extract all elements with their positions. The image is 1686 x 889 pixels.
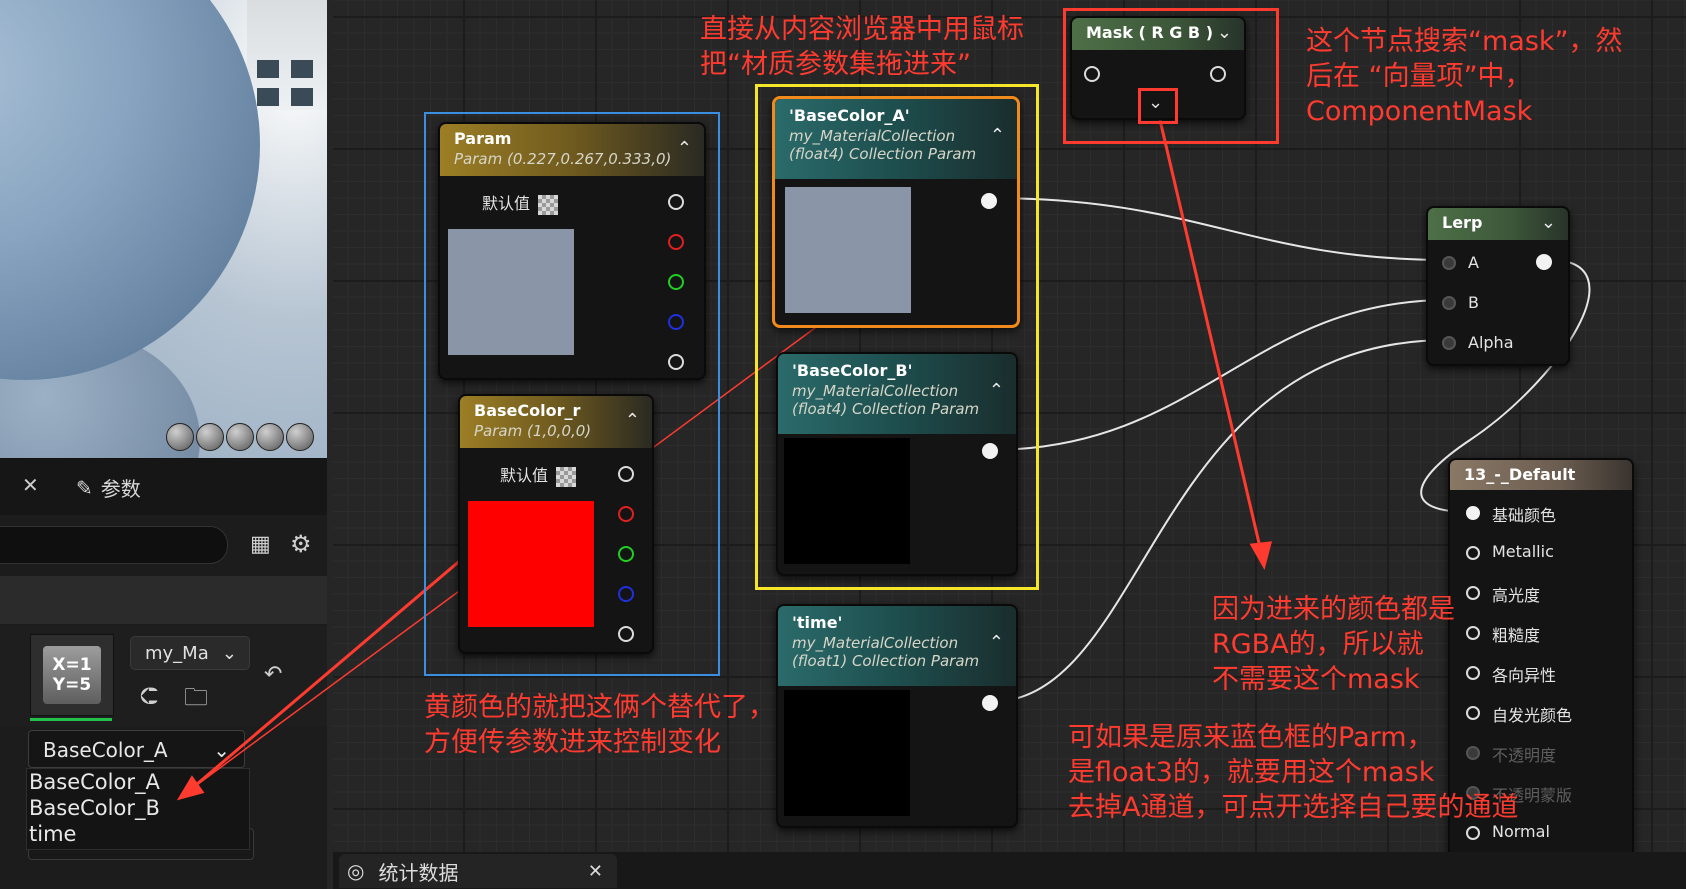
bottom-tabbar: ◎ 统计数据 ✕: [333, 852, 1686, 889]
annotation-rgba: 因为进来的颜色都是 RGBA的，所以就 不需要这个mask: [1212, 594, 1455, 695]
input-pin[interactable]: [1466, 586, 1480, 600]
node-title: Lerp: [1442, 213, 1483, 232]
node-title: 13_-_Default: [1464, 465, 1576, 484]
wire-bca-to-lerp-a: [989, 197, 1449, 261]
tab-stats[interactable]: ◎ 统计数据 ✕: [339, 854, 617, 888]
input-pin[interactable]: [1466, 706, 1480, 720]
input-pin[interactable]: [1466, 626, 1480, 640]
pin-label: 高光度: [1492, 586, 1541, 605]
input-pin[interactable]: [1466, 506, 1480, 520]
input-pin[interactable]: [1466, 546, 1480, 560]
output-pin[interactable]: [982, 695, 998, 711]
blue-highlight-frame: [424, 112, 720, 676]
pin-label: Metallic: [1492, 542, 1554, 561]
input-pin[interactable]: [1466, 666, 1480, 680]
stats-icon: ◎: [347, 859, 365, 883]
pin-label: 粗糙度: [1492, 626, 1541, 645]
annotation-drag: 直接从内容浏览器中用鼠标 把“材质参数集拖进来”: [700, 14, 1024, 80]
annotation-mask-search: 这个节点搜索“mask”，然 后在 “向量项”中， ComponentMask: [1306, 26, 1623, 127]
pin-label-alpha: Alpha: [1468, 333, 1514, 352]
node-collection-time[interactable]: 'time' my_MaterialCollection (float1) Co…: [776, 604, 1018, 828]
tab-stats-label: 统计数据: [378, 860, 459, 885]
red-highlight-small: [1138, 88, 1178, 124]
node-header: Lerp ⌄: [1428, 208, 1568, 240]
close-icon[interactable]: ✕: [588, 861, 603, 882]
collapse-icon[interactable]: ⌃: [989, 632, 1004, 653]
node-header: 13_-_Default: [1450, 460, 1632, 490]
annotation-float3: 可如果是原来蓝色框的Parm， 是float3的，就要用这个mask 去掉A通道…: [1068, 722, 1519, 823]
node-title: 'time': [792, 613, 843, 632]
node-subtitle-type: (float1) Collection Param: [792, 652, 980, 670]
annotation-yellow-replace: 黄颜色的就把这俩个替代了， 方便传参数进来控制变化: [424, 692, 775, 758]
input-pin-alpha[interactable]: [1442, 336, 1456, 350]
pin-label: 各向异性: [1492, 666, 1557, 685]
node-header: 'time' my_MaterialCollection (float1) Co…: [778, 606, 1016, 686]
input-pin-a[interactable]: [1442, 256, 1456, 270]
node-lerp[interactable]: Lerp ⌄ A B Alpha: [1426, 206, 1570, 366]
yellow-highlight-frame: [755, 84, 1039, 590]
node-subtitle: my_MaterialCollection: [792, 634, 959, 652]
color-swatch: [784, 690, 910, 816]
output-pin[interactable]: [1536, 254, 1552, 270]
pin-label: 基础颜色: [1492, 506, 1557, 525]
input-pin-b[interactable]: [1442, 296, 1456, 310]
input-pin[interactable]: [1466, 826, 1480, 840]
pin-label-a: A: [1468, 253, 1479, 272]
pin-label-b: B: [1468, 293, 1479, 312]
arrow-to-note: [1158, 119, 1264, 557]
chevron-down-icon[interactable]: ⌄: [1541, 212, 1556, 233]
